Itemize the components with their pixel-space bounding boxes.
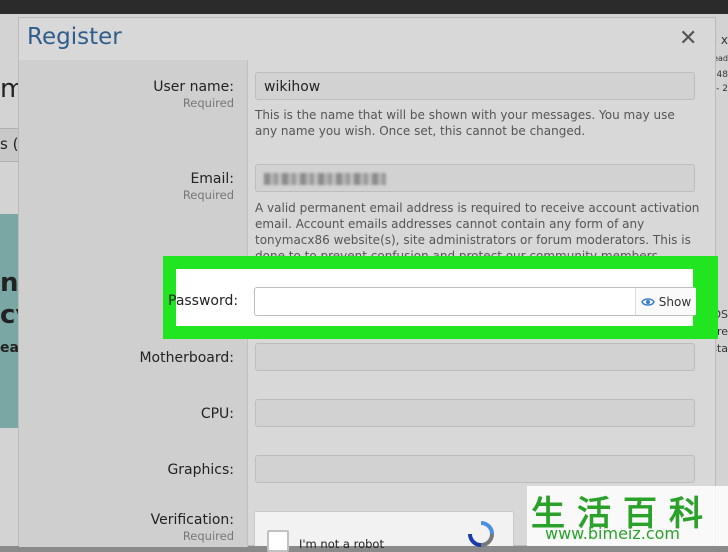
username-required: Required [182,96,234,110]
graphics-label: Graphics: [167,462,234,478]
password-input[interactable] [254,287,696,316]
verification-label: Verification: [150,512,234,528]
recaptcha-label: I'm not a robot [299,537,384,551]
show-password-button[interactable]: Show [635,288,696,315]
dialog-title: Register [27,24,122,50]
graphics-input[interactable] [255,455,695,483]
username-input[interactable]: wikihow [255,72,695,100]
dialog-header: Register ✕ [19,18,715,60]
email-required: Required [182,188,234,202]
recaptcha-logo-icon [468,521,494,547]
password-label: Password: [168,293,239,309]
recaptcha-checkbox[interactable] [267,530,289,552]
email-help: A valid permanent email address is requi… [255,201,700,263]
email-input[interactable] [255,164,695,192]
watermark: 生活百科 www.bimeiz.com [527,486,728,546]
browser-top-bar [0,0,728,14]
eye-icon [641,297,655,306]
username-help: This is the name that will be shown with… [255,108,675,138]
cpu-label: CPU: [200,406,234,422]
background-text: s ( [0,135,19,153]
show-password-label: Show [658,294,692,309]
verification-required: Required [182,529,234,543]
recaptcha-widget: I'm not a robot [254,511,514,552]
background-text: ea [0,340,19,356]
close-icon[interactable]: ✕ [679,26,697,51]
motherboard-input[interactable] [255,343,695,371]
watermark-url: www.bimeiz.com [545,524,681,543]
blurred-email [264,173,386,185]
username-label: User name: [153,79,234,95]
email-label: Email: [190,171,234,187]
cpu-input[interactable] [255,399,695,427]
motherboard-label: Motherboard: [139,350,234,366]
